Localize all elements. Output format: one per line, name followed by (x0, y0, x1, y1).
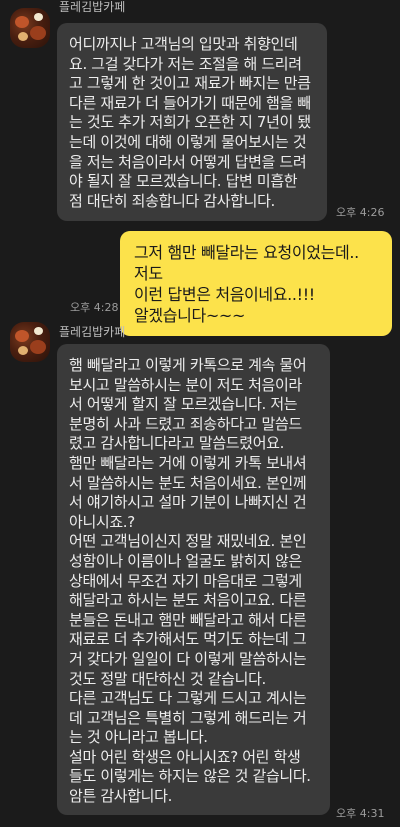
chat-window[interactable]: 플레김밥카페 어디까지나 고객님의 입맛과 취향인데 요. 그걸 갖다가 저는 … (0, 0, 400, 827)
message-timestamp: 오후 4:31 (336, 807, 385, 820)
message-bubble-incoming[interactable]: 햄 빼달라고 이렇게 카톡으로 계속 물어 보시고 말씀하시는 분이 저도 처음… (57, 344, 330, 815)
message-bubble-incoming[interactable]: 어디까지나 고객님의 입맛과 취향인데 요. 그걸 갖다가 저는 조절을 해 드… (57, 23, 327, 222)
message-timestamp: 오후 4:28 (70, 301, 119, 314)
message-bubble-outgoing[interactable]: 그저 햄만 빼달라는 요청이었는데..저도 이런 답변은 처음이네요..!!! … (120, 231, 392, 336)
sender-avatar[interactable] (10, 8, 50, 48)
sender-name: 플레김밥카페 (59, 0, 126, 14)
sender-name: 플레김밥카페 (59, 325, 126, 339)
message-timestamp: 오후 4:26 (336, 206, 385, 219)
sender-avatar[interactable] (10, 322, 50, 362)
